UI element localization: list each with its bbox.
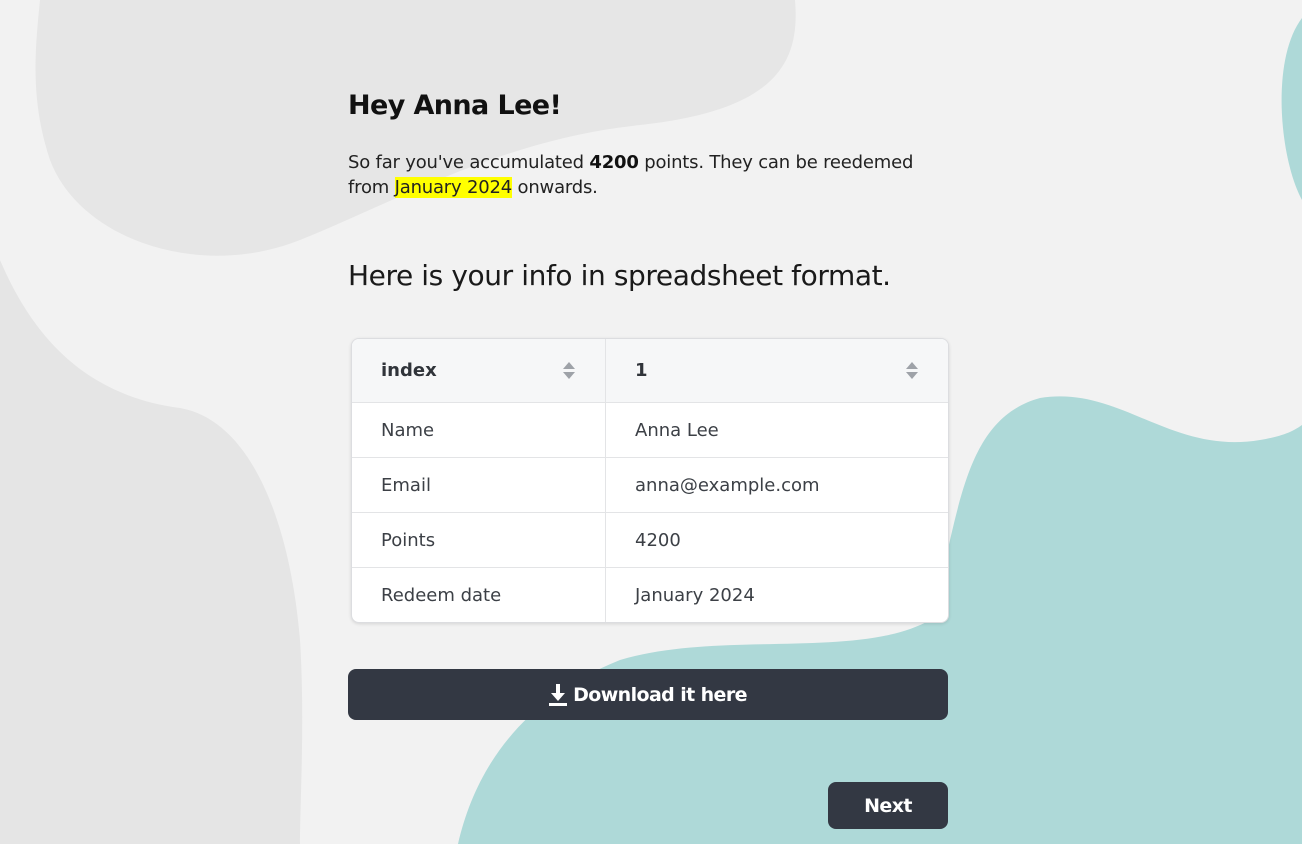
table-header-row: index 1	[352, 339, 948, 403]
table-cell-key: Email	[352, 457, 606, 513]
column-header-label: index	[381, 360, 437, 381]
table-cell-value: 4200	[605, 512, 948, 568]
spreadsheet-heading: Here is your info in spreadsheet format.	[348, 259, 891, 292]
intro-text-3: onwards.	[512, 177, 598, 198]
table-cell-key: Name	[352, 402, 606, 458]
column-header-index[interactable]: index	[352, 339, 606, 403]
table-row: Email anna@example.com	[352, 457, 948, 513]
download-icon	[549, 683, 568, 706]
table-cell-value: Anna Lee	[605, 402, 948, 458]
column-header-label: 1	[635, 360, 648, 381]
intro-text-1: So far you've accumulated	[348, 152, 590, 173]
column-header-1[interactable]: 1	[605, 339, 948, 403]
table-row: Points 4200	[352, 512, 948, 568]
table-cell-key: Redeem date	[352, 567, 606, 622]
gray-blob-top	[35, 0, 796, 256]
redeem-date-highlight: January 2024	[394, 177, 512, 198]
table-cell-value: anna@example.com	[605, 457, 948, 513]
sort-icon[interactable]	[906, 362, 918, 379]
info-table: index 1 Name Anna Lee Email anna@example…	[351, 338, 949, 623]
download-button[interactable]: Download it here	[348, 669, 948, 720]
next-button[interactable]: Next	[828, 782, 948, 829]
sort-icon[interactable]	[563, 362, 575, 379]
download-button-label: Download it here	[573, 683, 747, 706]
gray-blob-left	[0, 260, 303, 844]
greeting-heading: Hey Anna Lee!	[348, 90, 562, 121]
points-value: 4200	[589, 152, 639, 173]
table-row: Redeem date January 2024	[352, 567, 948, 622]
table-row: Name Anna Lee	[352, 402, 948, 458]
points-summary: So far you've accumulated 4200 points. T…	[348, 150, 938, 200]
table-cell-value: January 2024	[635, 584, 755, 606]
teal-blob-right	[1281, 18, 1302, 200]
table-cell-key: Points	[352, 512, 606, 568]
